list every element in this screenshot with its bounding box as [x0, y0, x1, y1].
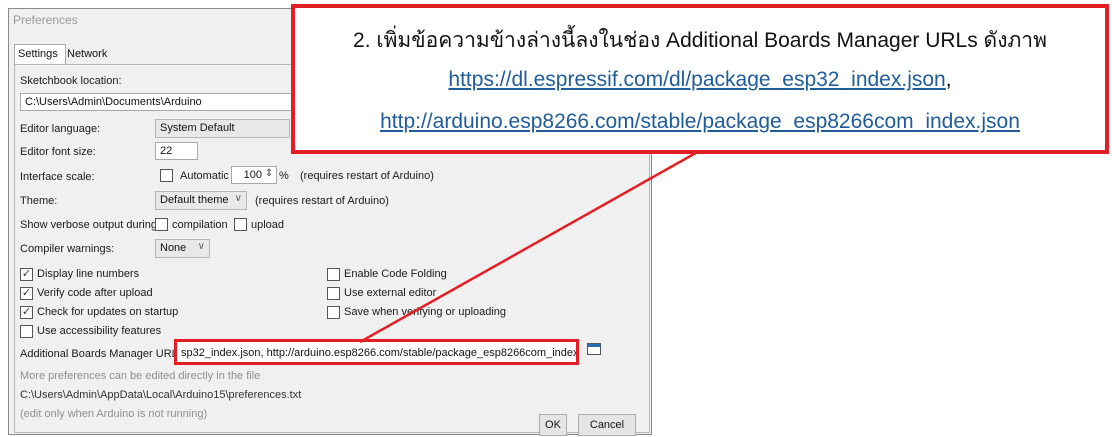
callout-url1-line: https://dl.espressif.com/dl/package_esp3… — [295, 68, 1105, 92]
url1-suffix: , — [945, 68, 952, 91]
pointer-line — [359, 143, 711, 344]
esp8266-url-link[interactable]: http://arduino.esp8266.com/stable/packag… — [380, 110, 1020, 133]
instruction-callout: 2. เพิ่มข้อความข้างล่างนี้ลงในช่อง Addit… — [291, 4, 1109, 154]
esp32-url-link[interactable]: https://dl.espressif.com/dl/package_esp3… — [448, 68, 945, 91]
callout-url2-line: http://arduino.esp8266.com/stable/packag… — [295, 110, 1105, 134]
callout-instruction: 2. เพิ่มข้อความข้างล่างนี้ลงในช่อง Addit… — [353, 29, 1047, 52]
